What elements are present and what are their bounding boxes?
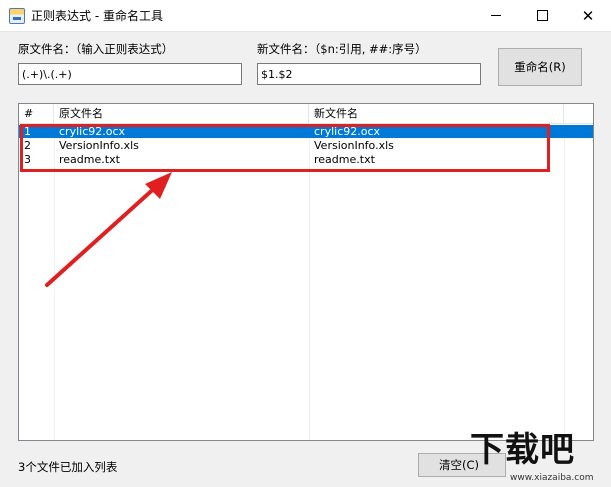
watermark-logo: 下载吧 www.xiazaiba.com [470, 430, 611, 487]
watermark-title: 下载吧 [470, 430, 575, 470]
annotation-arrow-icon [45, 172, 172, 287]
watermark-url: www.xiazaiba.com [510, 473, 594, 483]
